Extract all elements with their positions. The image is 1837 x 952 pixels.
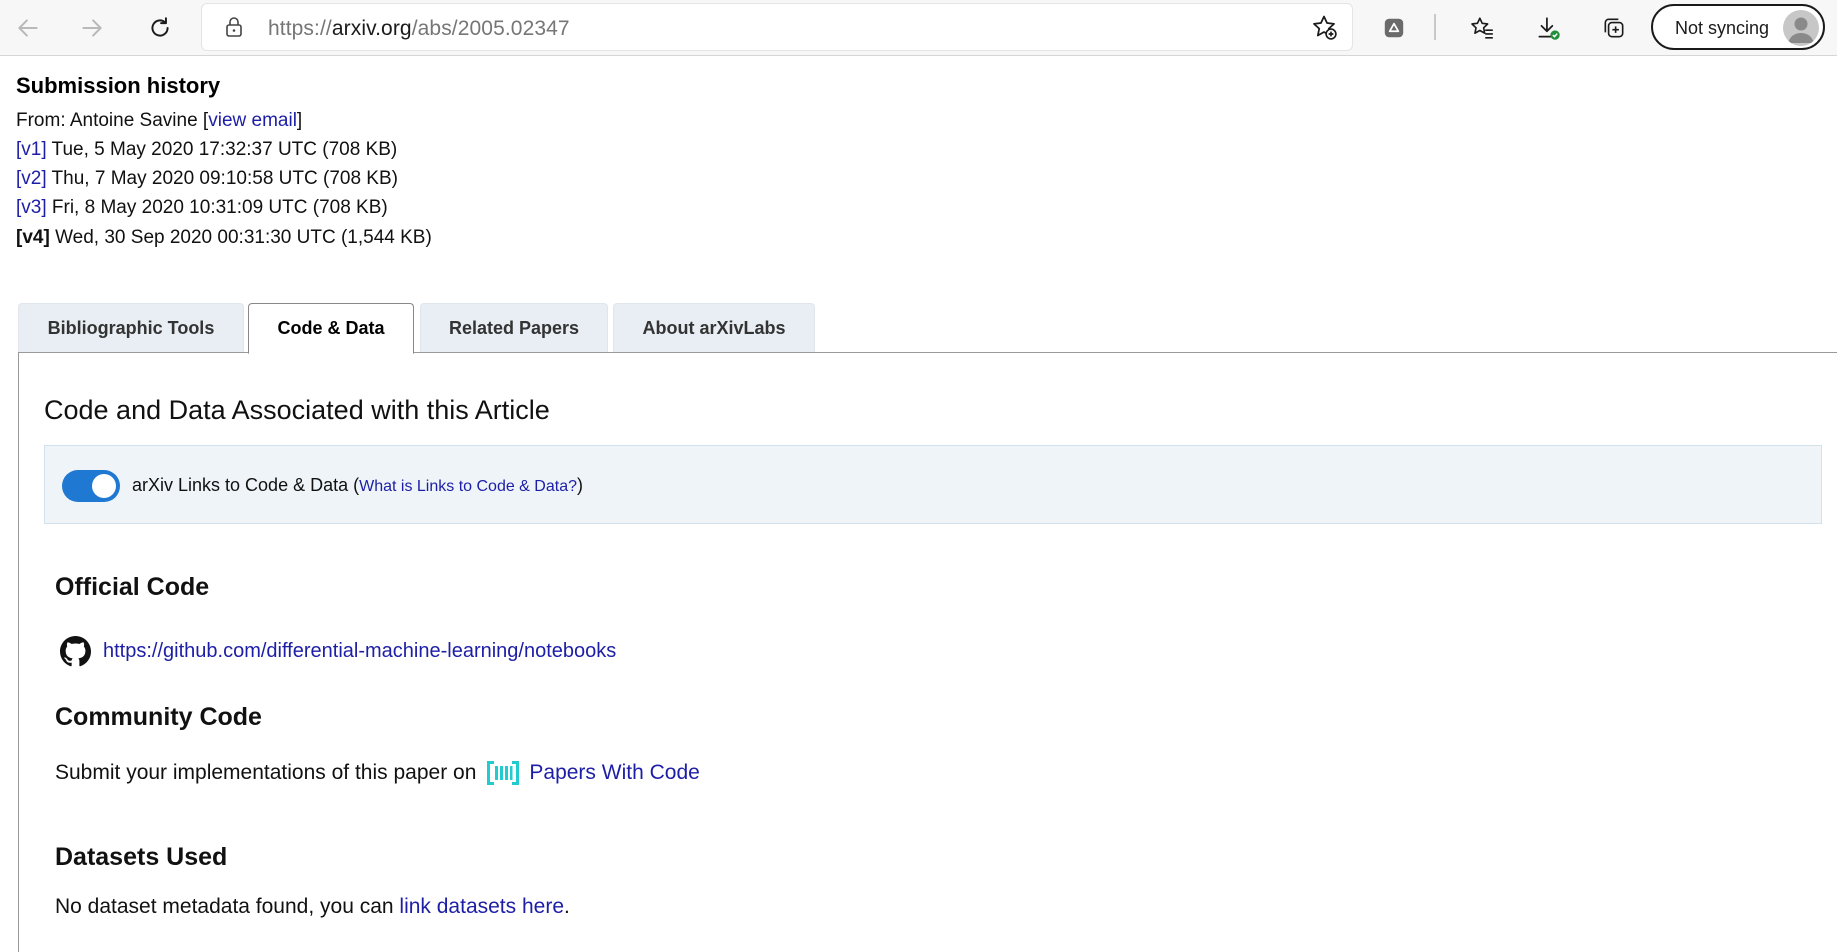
tab-related-papers[interactable]: Related Papers [420,303,608,353]
lock-icon[interactable] [222,15,246,39]
official-code-row: https://github.com/differential-machine-… [60,634,616,668]
add-favorite-icon[interactable] [1310,13,1338,41]
toggle-knob [92,474,116,498]
url-text[interactable]: https://arxiv.org/abs/2005.02347 [268,17,570,41]
refresh-icon [151,17,169,37]
forward-icon [82,19,102,37]
profile-avatar [1783,10,1819,46]
github-repo-link[interactable]: https://github.com/differential-machine-… [103,640,616,663]
collections-button[interactable] [1594,8,1634,48]
profile-sync-button[interactable]: Not syncing [1651,4,1825,50]
toggle-label: arXiv Links to Code & Data (What is Link… [132,475,583,495]
submission-history-heading: Submission history [16,73,221,98]
address-bar[interactable]: https://arxiv.org/abs/2005.02347 [202,4,1352,50]
datasets-used-heading: Datasets Used [55,843,228,871]
submitter-line: From: Antoine Savine [view email] [16,110,303,131]
toolbar-separator [1434,14,1436,40]
version-link-v2[interactable]: [v2] [16,168,47,189]
version-link-v1[interactable]: [v1] [16,139,47,160]
version-row: [v2] Thu, 7 May 2020 09:10:58 UTC (708 K… [16,168,398,189]
back-button[interactable] [8,8,48,48]
github-icon [60,635,91,666]
tab-bibliographic-tools[interactable]: Bibliographic Tools [18,303,244,353]
back-icon [18,19,38,37]
panel-title: Code and Data Associated with this Artic… [44,395,550,425]
browser-toolbar: https://arxiv.org/abs/2005.02347 Not syn… [0,0,1837,56]
user-icon [1788,17,1814,43]
papers-with-code-link[interactable]: Papers With Code [529,761,699,785]
favorites-button[interactable] [1462,8,1502,48]
extension-button[interactable] [1374,8,1414,48]
datasets-message: No dataset metadata found, you can link … [55,895,570,918]
view-email-link[interactable]: view email [208,110,297,131]
url-host: arxiv.org [331,17,412,40]
current-version-label: [v4] [16,227,50,248]
version-row: [v4] Wed, 30 Sep 2020 00:31:30 UTC (1,54… [16,227,432,248]
official-code-heading: Official Code [55,573,210,601]
community-code-row: Submit your implementations of this pape… [55,756,700,790]
tab-about-arxivlabs[interactable]: About arXivLabs [613,303,815,353]
what-is-links-link[interactable]: What is Links to Code & Data? [359,478,577,495]
tab-code-and-data[interactable]: Code & Data [248,303,414,354]
refresh-button[interactable] [140,8,180,48]
collections-icon [1604,18,1624,38]
downloads-button[interactable] [1528,8,1568,48]
links-toggle-box: arXiv Links to Code & Data (What is Link… [44,445,1822,524]
links-to-code-toggle[interactable] [62,470,120,502]
favorites-icon [1471,17,1493,39]
papers-with-code-icon[interactable] [486,759,520,787]
forward-button[interactable] [72,8,112,48]
downloads-icon [1538,17,1560,40]
community-code-heading: Community Code [55,703,262,731]
version-link-v3[interactable]: [v3] [16,197,47,218]
sync-status-label: Not syncing [1675,18,1770,38]
version-row: [v3] Fri, 8 May 2020 10:31:09 UTC (708 K… [16,197,388,218]
extension-icon [1384,18,1404,38]
version-row: [v1] Tue, 5 May 2020 17:32:37 UTC (708 K… [16,139,398,160]
link-datasets-link[interactable]: link datasets here [399,895,564,918]
